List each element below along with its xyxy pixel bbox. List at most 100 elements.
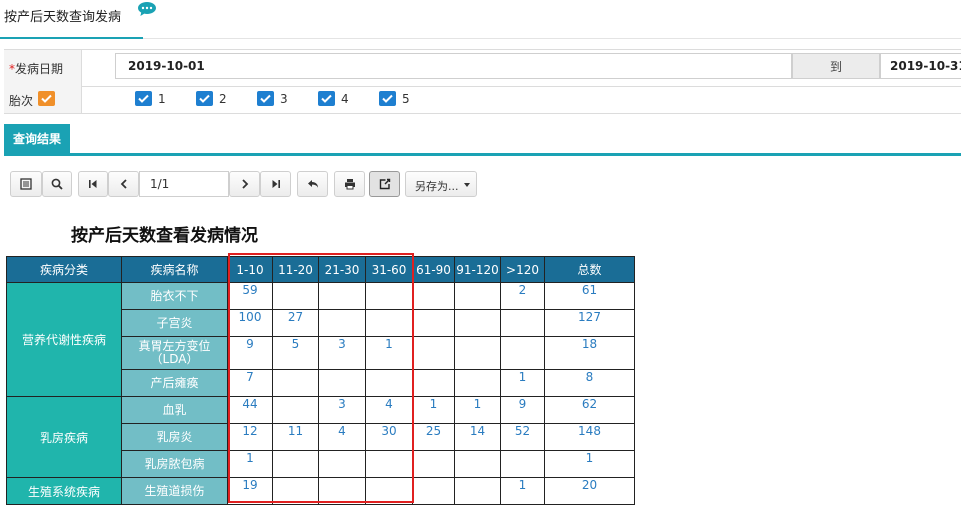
- value-cell[interactable]: 44: [227, 396, 273, 424]
- value-cell[interactable]: 2: [500, 282, 545, 310]
- value-cell[interactable]: [365, 477, 413, 505]
- value-cell[interactable]: 4: [365, 396, 413, 424]
- value-cell[interactable]: 1: [454, 396, 501, 424]
- value-cell[interactable]: 1: [500, 369, 545, 397]
- value-cell[interactable]: [272, 369, 319, 397]
- value-cell[interactable]: [500, 309, 545, 337]
- first-page-button[interactable]: [78, 171, 108, 197]
- value-cell[interactable]: 52: [500, 423, 545, 451]
- back-button[interactable]: [297, 171, 328, 197]
- value-cell[interactable]: [365, 309, 413, 337]
- value-cell[interactable]: 3: [318, 336, 366, 370]
- value-cell[interactable]: [454, 369, 501, 397]
- value-cell[interactable]: [500, 336, 545, 370]
- parity-checkbox-4[interactable]: [318, 91, 335, 106]
- check-icon: [382, 94, 393, 103]
- parity-select-all-checkbox[interactable]: [38, 91, 55, 106]
- value-cell[interactable]: 1: [365, 336, 413, 370]
- value-cell[interactable]: [454, 477, 501, 505]
- total-cell[interactable]: 62: [544, 396, 635, 424]
- value-cell[interactable]: 5: [272, 336, 319, 370]
- total-cell[interactable]: 8: [544, 369, 635, 397]
- disease-name-cell: 胎衣不下: [121, 282, 228, 310]
- value-cell[interactable]: [454, 450, 501, 478]
- value-cell[interactable]: 4: [318, 423, 366, 451]
- total-cell[interactable]: 127: [544, 309, 635, 337]
- disease-name-cell: 乳房脓包病: [121, 450, 228, 478]
- value-cell[interactable]: [272, 396, 319, 424]
- date-end-input[interactable]: 2019-10-31: [880, 53, 961, 79]
- total-cell[interactable]: 18: [544, 336, 635, 370]
- table-row: 营养代谢性疾病 胎衣不下 59 2 61: [6, 282, 635, 397]
- tab-query-results[interactable]: 查询结果: [4, 124, 70, 154]
- next-page-button[interactable]: [229, 171, 260, 197]
- value-cell[interactable]: 12: [227, 423, 273, 451]
- value-cell[interactable]: [272, 450, 319, 478]
- total-cell[interactable]: 1: [544, 450, 635, 478]
- last-page-button[interactable]: [260, 171, 291, 197]
- value-cell[interactable]: [454, 309, 501, 337]
- date-start-input[interactable]: 2019-10-01: [115, 53, 792, 79]
- value-cell[interactable]: 30: [365, 423, 413, 451]
- value-cell[interactable]: [454, 336, 501, 370]
- value-cell[interactable]: [412, 477, 455, 505]
- value-cell[interactable]: [272, 477, 319, 505]
- table-row: 乳房疾病 血乳 44 3 4 1 1 9 62: [6, 396, 635, 478]
- value-cell[interactable]: [318, 282, 366, 310]
- value-cell[interactable]: [365, 369, 413, 397]
- value-cell[interactable]: 9: [227, 336, 273, 370]
- value-cell[interactable]: 19: [227, 477, 273, 505]
- prev-page-button[interactable]: [108, 171, 139, 197]
- total-cell[interactable]: 61: [544, 282, 635, 310]
- disease-name-cell: 子宫炎: [121, 309, 228, 337]
- chat-bubble-icon[interactable]: [138, 2, 156, 16]
- value-cell[interactable]: 11: [272, 423, 319, 451]
- column-header: 总数: [544, 256, 635, 283]
- value-cell[interactable]: [412, 336, 455, 370]
- value-cell[interactable]: 14: [454, 423, 501, 451]
- parity-checkbox-1[interactable]: [135, 91, 152, 106]
- value-cell[interactable]: [365, 450, 413, 478]
- value-cell[interactable]: [318, 369, 366, 397]
- value-cell[interactable]: 3: [318, 396, 366, 424]
- total-cell[interactable]: 148: [544, 423, 635, 451]
- save-as-dropdown[interactable]: 另存为...: [405, 171, 477, 197]
- value-cell[interactable]: 27: [272, 309, 319, 337]
- parity-checkbox-5[interactable]: [379, 91, 396, 106]
- value-cell[interactable]: [454, 282, 501, 310]
- value-cell[interactable]: [412, 309, 455, 337]
- outline-button[interactable]: [10, 171, 42, 197]
- value-cell[interactable]: 1: [412, 396, 455, 424]
- disease-name-cell: 乳房炎: [121, 423, 228, 451]
- parity-checkbox-3[interactable]: [257, 91, 274, 106]
- value-cell[interactable]: 9: [500, 396, 545, 424]
- report-title: 按产后天数查看发病情况: [71, 226, 258, 246]
- value-cell[interactable]: [318, 450, 366, 478]
- total-cell[interactable]: 20: [544, 477, 635, 505]
- value-cell[interactable]: 100: [227, 309, 273, 337]
- parity-checkbox-2[interactable]: [196, 91, 213, 106]
- value-cell[interactable]: [412, 369, 455, 397]
- value-cell[interactable]: 25: [412, 423, 455, 451]
- print-button[interactable]: [334, 171, 365, 197]
- value-cell[interactable]: [365, 282, 413, 310]
- column-header: 31-60: [365, 256, 413, 283]
- date-label-cell: *发病日期: [4, 50, 82, 86]
- value-cell[interactable]: [318, 309, 366, 337]
- check-icon: [321, 94, 332, 103]
- value-cell[interactable]: [500, 450, 545, 478]
- value-cell[interactable]: 1: [227, 450, 273, 478]
- value-cell[interactable]: 1: [500, 477, 545, 505]
- export-button[interactable]: [369, 171, 400, 197]
- find-button[interactable]: [42, 171, 72, 197]
- value-cell[interactable]: [412, 450, 455, 478]
- report-table: 疾病分类 疾病名称 1-10 11-20 21-30 31-60 61-90 9…: [6, 256, 635, 505]
- value-cell[interactable]: 59: [227, 282, 273, 310]
- value-cell[interactable]: [412, 282, 455, 310]
- value-cell[interactable]: [272, 282, 319, 310]
- first-page-icon: [89, 180, 97, 188]
- parity-checkbox-label: 4: [341, 92, 349, 106]
- value-cell[interactable]: [318, 477, 366, 505]
- page-number-input[interactable]: 1/1: [139, 171, 229, 197]
- value-cell[interactable]: 7: [227, 369, 273, 397]
